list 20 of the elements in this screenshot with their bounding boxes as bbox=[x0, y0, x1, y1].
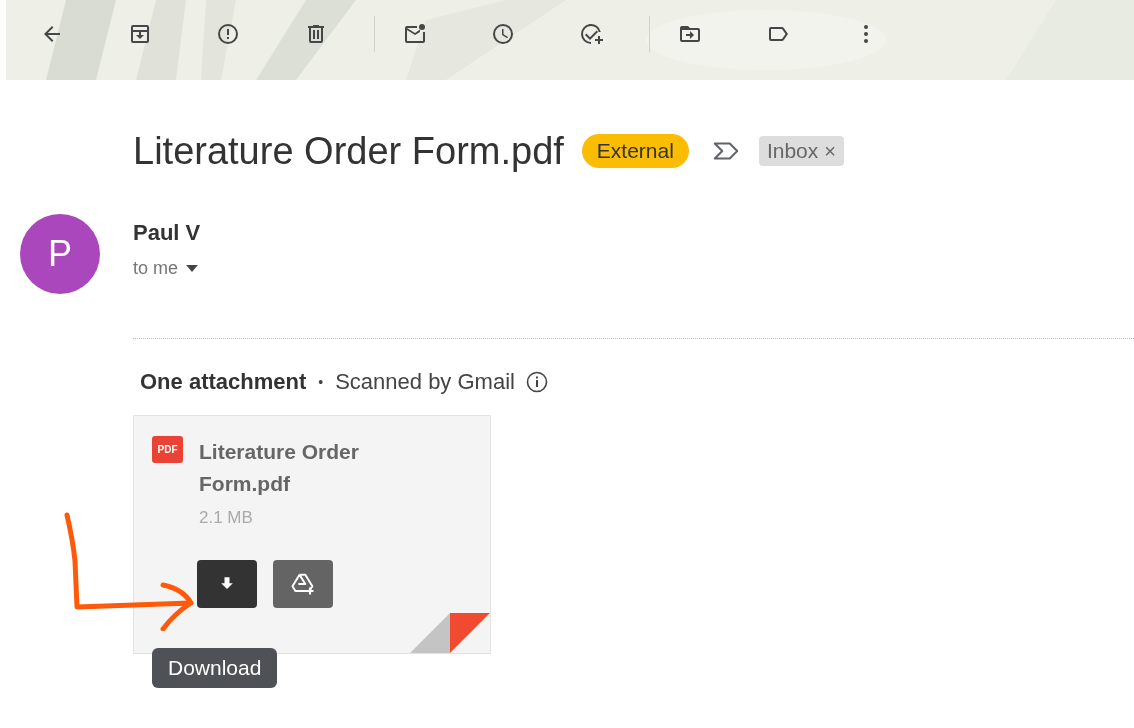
sender-name: Paul V bbox=[133, 220, 201, 246]
download-tooltip: Download bbox=[152, 648, 278, 688]
scan-note: Scanned by Gmail bbox=[335, 369, 515, 395]
attachment-size: 2.1 MB bbox=[199, 508, 254, 528]
remove-label-button[interactable]: × bbox=[824, 140, 836, 163]
attachment-card[interactable]: PDF Literature Order Form.pdf 2.1 MB bbox=[133, 415, 491, 654]
email-subject: Literature Order Form.pdf bbox=[133, 129, 564, 173]
recipient-text: to me bbox=[133, 258, 179, 279]
add-to-drive-button[interactable] bbox=[273, 560, 333, 608]
pdf-file-icon: PDF bbox=[152, 436, 183, 463]
external-badge: External bbox=[581, 134, 689, 168]
info-icon[interactable] bbox=[524, 370, 549, 394]
label-text: Inbox bbox=[766, 139, 819, 163]
caret-icon[interactable] bbox=[186, 265, 199, 272]
folded-corner-icon bbox=[410, 613, 490, 653]
attachment-count: One attachment bbox=[140, 369, 307, 395]
avatar: P bbox=[20, 214, 100, 294]
download-button[interactable] bbox=[197, 560, 257, 608]
separator-dot: • bbox=[317, 374, 325, 390]
attachment-name: Literature Order Form.pdf bbox=[199, 439, 360, 497]
